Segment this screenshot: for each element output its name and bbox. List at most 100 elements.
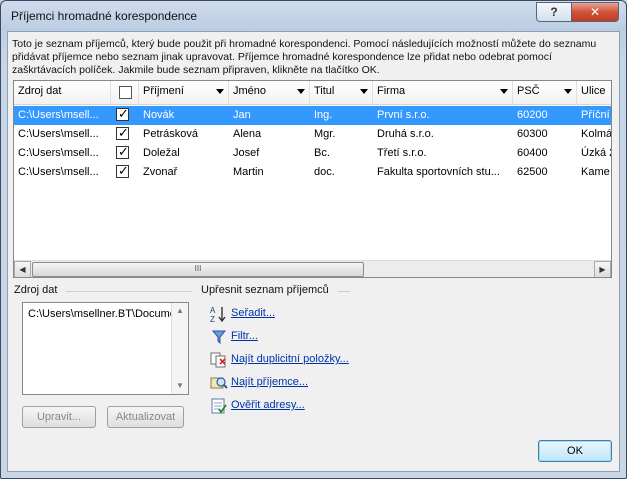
svg-text:Z: Z (210, 315, 215, 323)
cell-zip: 60300 (517, 128, 548, 140)
dropdown-arrow-icon[interactable] (297, 89, 305, 94)
dropdown-arrow-icon[interactable] (216, 89, 224, 94)
cell-title: doc. (314, 166, 335, 178)
column-header-label: Ulice (581, 85, 606, 97)
cell-street: Kolmá (581, 128, 612, 140)
cell-street: Kame (581, 166, 610, 178)
column-header-name[interactable]: Jméno (229, 81, 310, 105)
scroll-thumb[interactable]: III (32, 262, 364, 277)
sort-icon: A Z (210, 306, 226, 323)
cell-source: C:\Users\msell... (18, 166, 99, 178)
scroll-left-icon[interactable]: ◀ (14, 261, 31, 277)
horizontal-scrollbar[interactable]: ◀ III ▶ (14, 260, 611, 277)
checkmark-icon: ✓ (118, 106, 129, 121)
recipient-checkbox[interactable]: ✓ (116, 106, 129, 121)
vertical-scrollbar[interactable]: ▲ ▼ (171, 303, 188, 394)
cell-company: Třetí s.r.o. (377, 147, 427, 159)
cell-checkbox: ✓ (111, 106, 139, 125)
cell-surname: Novák (143, 109, 175, 121)
cell-zip: 60200 (517, 109, 548, 121)
validate-address-icon (211, 398, 227, 414)
filter-icon (211, 330, 227, 345)
cell-source: C:\Users\msell... (18, 128, 99, 140)
cell-company: První s.r.o. (377, 109, 430, 121)
dialog-body: Toto je seznam příjemců, který bude použ… (7, 31, 620, 472)
find-duplicates-link-label[interactable]: Najít duplicitní položky... (231, 353, 349, 365)
dropdown-arrow-icon[interactable] (564, 89, 572, 94)
datasource-divider (66, 291, 192, 292)
help-button[interactable]: ? (536, 2, 572, 22)
cell-surname: Zvonař (143, 166, 178, 178)
scroll-down-icon[interactable]: ▼ (172, 378, 188, 394)
recipient-checkbox[interactable]: ✓ (116, 144, 129, 159)
title-bar[interactable]: Příjemci hromadné korespondence ? ✕ (1, 1, 626, 31)
cell-name: Jan (233, 109, 251, 121)
table-header: Zdroj dat Příjmení Jméno Titul Firma PSČ… (14, 81, 611, 105)
find-recipient-icon (210, 377, 228, 389)
cell-zip: 62500 (517, 166, 548, 178)
edit-button[interactable]: Upravit... (22, 406, 96, 428)
filter-link-label[interactable]: Filtr... (231, 330, 258, 342)
column-header-zip[interactable]: PSČ (513, 81, 577, 105)
column-header-label: Titul (314, 85, 335, 97)
table-row[interactable]: C:\Users\msell... ✓ Doležal Josef Bc. Tř… (14, 144, 611, 163)
cell-source: C:\Users\msell... (18, 147, 99, 159)
column-header-source[interactable]: Zdroj dat (14, 81, 111, 105)
datasource-list[interactable]: C:\Users\msellner.BT\Documen ▲ ▼ (22, 302, 189, 395)
dropdown-arrow-icon[interactable] (360, 89, 368, 94)
refresh-button[interactable]: Aktualizovat (107, 406, 184, 428)
sort-link-label[interactable]: Seřadit... (231, 307, 275, 319)
checkmark-icon: ✓ (118, 163, 129, 178)
datasource-label: Zdroj dat (14, 284, 58, 296)
column-header-title[interactable]: Titul (310, 81, 373, 105)
scroll-up-icon[interactable]: ▲ (172, 303, 188, 319)
cell-checkbox: ✓ (111, 163, 139, 182)
cell-name: Josef (233, 147, 260, 159)
column-header-label: Firma (377, 85, 406, 97)
column-header-select-all[interactable] (111, 81, 139, 105)
mail-merge-recipients-dialog: Příjemci hromadné korespondence ? ✕ Toto… (0, 0, 627, 479)
dropdown-arrow-icon[interactable] (500, 89, 508, 94)
datasource-item[interactable]: C:\Users\msellner.BT\Documen (28, 308, 174, 320)
column-header-label: PSČ (517, 85, 540, 97)
table-row[interactable]: C:\Users\msell... ✓ Novák Jan Ing. První… (14, 106, 611, 125)
cell-company: Druhá s.r.o. (377, 128, 434, 140)
scroll-right-icon[interactable]: ▶ (594, 261, 611, 277)
intro-text: Toto je seznam příjemců, který bude použ… (12, 38, 597, 76)
column-header-street[interactable]: Ulice (577, 81, 611, 105)
close-button[interactable]: ✕ (571, 2, 619, 22)
column-header-surname[interactable]: Příjmení (139, 81, 229, 105)
cell-company: Fakulta sportovních stu... (377, 166, 500, 178)
table-row[interactable]: C:\Users\msell... ✓ Petrásková Alena Mgr… (14, 125, 611, 144)
refine-list-label: Upřesnit seznam příjemců (201, 284, 329, 296)
cell-surname: Doležal (143, 147, 180, 159)
cell-zip: 60400 (517, 147, 548, 159)
duplicates-icon (210, 352, 226, 368)
cell-name: Alena (233, 128, 262, 140)
svg-text:A: A (210, 306, 216, 315)
checkmark-icon: ✓ (118, 125, 129, 140)
refine-divider (338, 291, 350, 292)
column-header-company[interactable]: Firma (373, 81, 513, 105)
column-header-label: Zdroj dat (18, 85, 62, 97)
cell-title: Ing. (314, 109, 333, 121)
recipients-table: Zdroj dat Příjmení Jméno Titul Firma PSČ… (13, 80, 612, 278)
recipient-checkbox[interactable]: ✓ (116, 163, 129, 178)
cell-title: Mgr. (314, 128, 336, 140)
cell-checkbox: ✓ (111, 144, 139, 163)
cell-name: Martin (233, 166, 264, 178)
checkmark-icon: ✓ (118, 144, 129, 159)
cell-surname: Petrásková (143, 128, 199, 140)
table-row[interactable]: C:\Users\msell... ✓ Zvonař Martin doc. F… (14, 163, 611, 182)
cell-source: C:\Users\msell... (18, 109, 99, 121)
validate-addresses-link-label[interactable]: Ověřit adresy... (231, 399, 305, 411)
select-all-checkbox[interactable] (119, 86, 132, 99)
recipient-checkbox[interactable]: ✓ (116, 125, 129, 140)
cell-street: Úzká 2 (581, 147, 612, 159)
find-recipient-link-label[interactable]: Najít příjemce... (231, 376, 308, 388)
ok-button[interactable]: OK (538, 440, 612, 462)
column-header-label: Jméno (233, 85, 267, 97)
cell-title: Bc. (314, 147, 330, 159)
cell-checkbox: ✓ (111, 125, 139, 144)
column-header-label: Příjmení (143, 85, 184, 97)
